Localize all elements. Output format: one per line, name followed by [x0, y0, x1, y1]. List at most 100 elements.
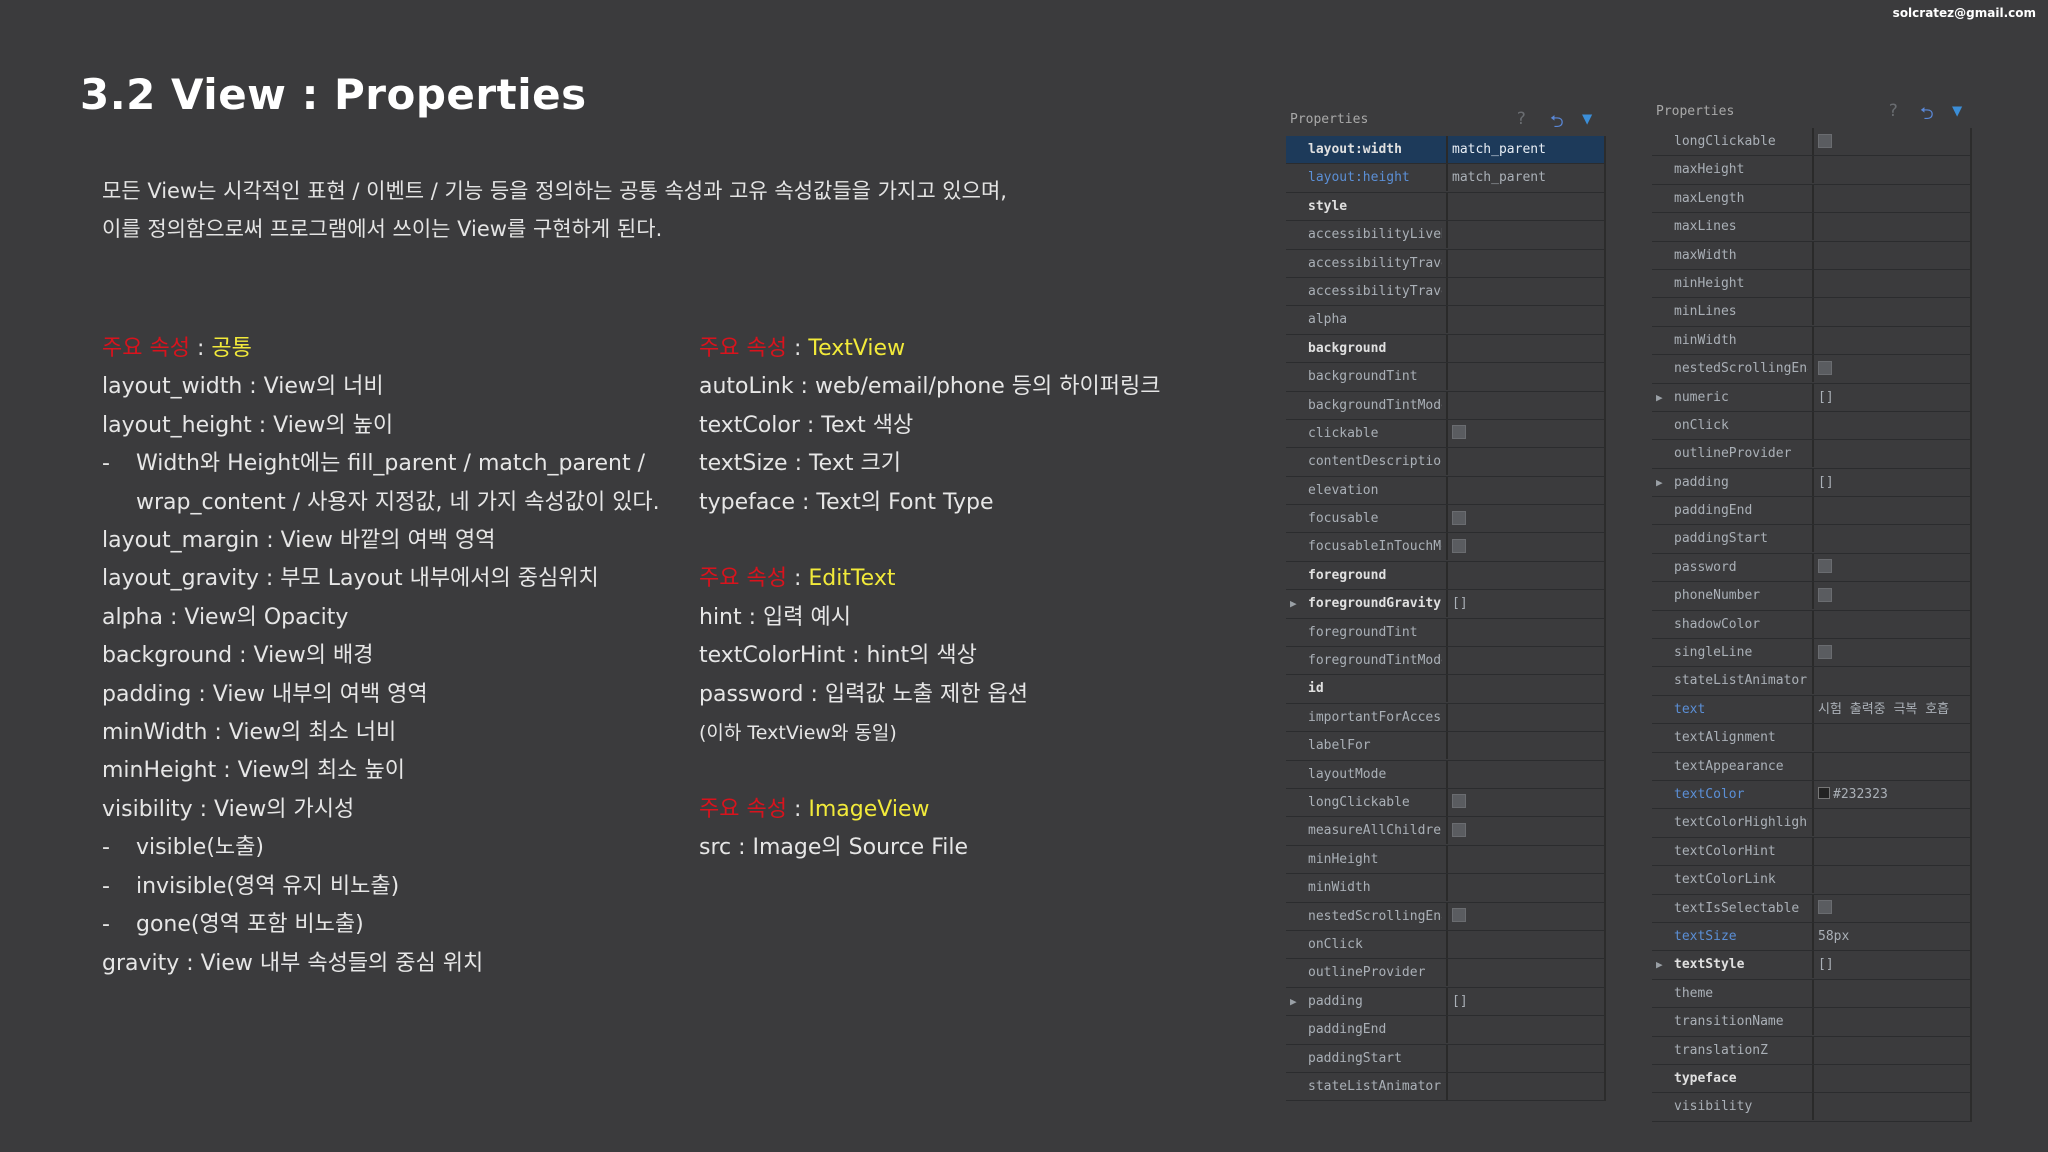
property-value[interactable]	[1812, 979, 1966, 1007]
property-row[interactable]: paddingEnd	[1286, 1016, 1604, 1045]
property-row[interactable]: onClick	[1652, 411, 1970, 441]
property-row[interactable]: accessibilityLiveRegion	[1286, 221, 1604, 250]
property-row[interactable]: textColorHint	[1652, 837, 1970, 867]
property-row[interactable]: textColorLink	[1652, 866, 1970, 895]
property-row[interactable]: minWidth	[1652, 326, 1970, 356]
property-row[interactable]: minHeight	[1286, 845, 1604, 875]
property-value[interactable]	[1812, 610, 1966, 638]
property-value[interactable]	[1446, 561, 1600, 589]
property-row[interactable]: importantForAccessibility	[1286, 703, 1604, 733]
property-value[interactable]	[1812, 639, 1966, 667]
property-row[interactable]: backgroundTintMode	[1286, 391, 1604, 420]
property-row[interactable]: paddingStart	[1652, 525, 1970, 554]
checkbox[interactable]	[1818, 559, 1832, 574]
property-value[interactable]	[1446, 647, 1600, 675]
property-value[interactable]	[1446, 817, 1600, 845]
property-value[interactable]	[1446, 505, 1600, 533]
property-value[interactable]	[1812, 837, 1966, 865]
property-value[interactable]: #232323	[1812, 780, 1966, 808]
property-value[interactable]	[1446, 675, 1600, 703]
property-row[interactable]: stateListAnimator	[1652, 667, 1970, 696]
property-value[interactable]	[1812, 269, 1966, 297]
property-value[interactable]: match_parent	[1446, 164, 1600, 192]
expand-arrow-icon[interactable]: ▶	[1656, 469, 1663, 496]
property-row[interactable]: textAppearance	[1652, 752, 1970, 781]
property-row[interactable]: transitionName	[1652, 1008, 1970, 1037]
property-value[interactable]	[1446, 1016, 1600, 1044]
expand-arrow-icon[interactable]: ▶	[1656, 384, 1663, 411]
property-value[interactable]	[1446, 334, 1600, 362]
property-row[interactable]: id	[1286, 675, 1604, 704]
property-value[interactable]	[1446, 703, 1600, 731]
property-row[interactable]: password	[1652, 553, 1970, 583]
property-value[interactable]	[1812, 1008, 1966, 1036]
property-row[interactable]: typeface	[1652, 1064, 1970, 1094]
property-value[interactable]: match_parent	[1446, 136, 1600, 163]
property-row[interactable]: outlineProvider	[1286, 959, 1604, 988]
property-row[interactable]: accessibilityTraversalAfter	[1286, 249, 1604, 278]
property-row[interactable]: ▶ textStyle []	[1652, 951, 1970, 980]
checkbox[interactable]	[1452, 425, 1466, 440]
property-row[interactable]: textColorHighlight	[1652, 809, 1970, 838]
property-value[interactable]	[1446, 419, 1600, 447]
property-value[interactable]	[1446, 249, 1600, 277]
property-row[interactable]: foregroundTint	[1286, 618, 1604, 648]
property-row[interactable]: textSize 58px	[1652, 922, 1970, 952]
property-value[interactable]	[1812, 809, 1966, 837]
property-row[interactable]: ▶ foregroundGravity []	[1286, 590, 1604, 619]
property-value[interactable]	[1446, 448, 1600, 476]
property-value[interactable]	[1446, 760, 1600, 788]
property-value[interactable]	[1446, 391, 1600, 419]
checkbox[interactable]	[1452, 538, 1466, 553]
property-value[interactable]	[1446, 476, 1600, 504]
property-row[interactable]: maxLength	[1652, 184, 1970, 214]
property-row[interactable]: foreground	[1286, 561, 1604, 591]
color-swatch[interactable]	[1818, 787, 1830, 800]
property-value[interactable]	[1812, 326, 1966, 354]
property-value[interactable]	[1446, 845, 1600, 873]
property-row[interactable]: textIsSelectable	[1652, 894, 1970, 923]
undo-icon[interactable]: ⮌	[1920, 101, 1934, 130]
expand-arrow-icon[interactable]: ▶	[1656, 951, 1663, 978]
property-row[interactable]: labelFor	[1286, 732, 1604, 761]
property-value[interactable]	[1446, 533, 1600, 561]
property-row[interactable]: minHeight	[1652, 269, 1970, 299]
property-value[interactable]	[1446, 363, 1600, 391]
property-value[interactable]	[1446, 306, 1600, 334]
checkbox[interactable]	[1818, 133, 1832, 148]
property-value[interactable]	[1812, 582, 1966, 610]
property-value[interactable]	[1812, 355, 1966, 383]
property-value[interactable]	[1446, 732, 1600, 760]
property-row[interactable]: contentDescription	[1286, 448, 1604, 477]
property-row[interactable]: paddingEnd	[1652, 497, 1970, 526]
property-row[interactable]: ▶ numeric []	[1652, 383, 1970, 412]
property-value[interactable]	[1812, 1036, 1966, 1064]
property-value[interactable]	[1812, 411, 1966, 439]
property-value[interactable]	[1446, 930, 1600, 958]
property-value[interactable]	[1812, 667, 1966, 695]
property-value[interactable]	[1446, 221, 1600, 249]
property-row[interactable]: longClickable	[1286, 788, 1604, 818]
expand-arrow-icon[interactable]: ▶	[1290, 988, 1297, 1015]
property-value[interactable]	[1446, 1044, 1600, 1072]
undo-icon[interactable]: ⮌	[1550, 109, 1564, 138]
property-row[interactable]: accessibilityTraversalBefore	[1286, 277, 1604, 307]
help-icon[interactable]: ?	[1888, 101, 1898, 121]
property-value[interactable]	[1812, 752, 1966, 780]
filter-icon[interactable]: ▼	[1952, 101, 1962, 121]
property-row[interactable]: nestedScrollingEnabled	[1286, 902, 1604, 931]
property-value[interactable]	[1812, 156, 1966, 184]
property-value[interactable]	[1446, 788, 1600, 816]
property-row[interactable]: ▶ padding []	[1652, 468, 1970, 498]
property-value[interactable]	[1812, 866, 1966, 894]
property-value[interactable]	[1812, 128, 1966, 155]
checkbox[interactable]	[1452, 510, 1466, 525]
property-value[interactable]	[1812, 298, 1966, 326]
property-value[interactable]: []	[1812, 951, 1966, 979]
property-row[interactable]: measureAllChildren	[1286, 817, 1604, 846]
property-value[interactable]	[1446, 192, 1600, 220]
property-row[interactable]: stateListAnimator	[1286, 1072, 1604, 1102]
property-row[interactable]: minWidth	[1286, 874, 1604, 903]
property-value[interactable]	[1812, 894, 1966, 922]
property-row[interactable]: theme	[1652, 979, 1970, 1009]
